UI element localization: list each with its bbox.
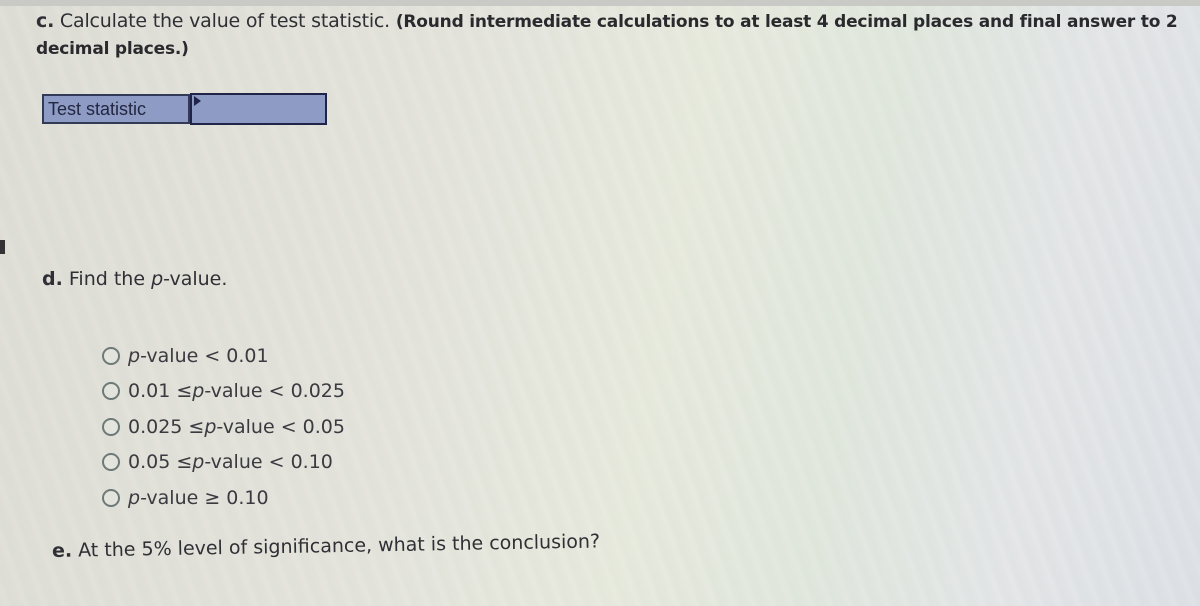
p-value-option-3[interactable]: 0.025 ≤ p -value < 0.05	[102, 409, 345, 445]
option-p: p	[192, 380, 205, 403]
test-statistic-input-cell[interactable]	[190, 93, 327, 125]
option-p: p	[204, 415, 217, 438]
option-suffix: -value < 0.025	[204, 380, 345, 403]
option-suffix: -value < 0.01	[140, 344, 269, 367]
radio-button[interactable]	[102, 382, 120, 401]
question-d: d. Find the p-value.	[42, 268, 227, 290]
radio-button[interactable]	[102, 453, 120, 472]
question-d-text: Find the	[62, 268, 152, 290]
option-suffix: -value < 0.05	[216, 415, 345, 438]
option-prefix: 0.05 ≤	[128, 451, 193, 474]
question-e-text: At the 5% level of significance, what is…	[71, 530, 601, 562]
question-c: c. Calculate the value of test statistic…	[36, 8, 1196, 62]
question-d-p: p	[151, 268, 164, 290]
input-flag-icon	[194, 96, 201, 106]
test-statistic-input[interactable]	[192, 95, 325, 123]
question-c-text: Calculate the value of test statistic.	[54, 10, 396, 32]
option-prefix: 0.025 ≤	[128, 415, 205, 438]
option-p: p	[128, 344, 141, 367]
question-c-letter: c.	[36, 10, 55, 32]
option-p: p	[128, 486, 141, 509]
top-divider	[0, 0, 1200, 6]
option-p: p	[192, 451, 205, 474]
option-prefix: 0.01 ≤	[128, 380, 193, 403]
question-e: e. At the 5% level of significance, what…	[52, 530, 600, 562]
p-value-options: p -value < 0.01 0.01 ≤ p -value < 0.025 0.…	[102, 338, 345, 516]
left-edge-marker	[0, 240, 5, 254]
question-d-suffix: -value.	[163, 268, 228, 290]
radio-button[interactable]	[102, 488, 120, 507]
p-value-option-5[interactable]: p -value ≥ 0.10	[102, 480, 345, 516]
test-statistic-row: Test statistic	[42, 93, 327, 125]
option-suffix: -value < 0.10	[204, 451, 333, 474]
radio-button[interactable]	[102, 417, 120, 436]
radio-button[interactable]	[102, 346, 120, 365]
question-e-letter: e.	[51, 539, 73, 562]
p-value-option-1[interactable]: p -value < 0.01	[102, 338, 345, 374]
test-statistic-label: Test statistic	[42, 94, 190, 124]
question-d-letter: d.	[42, 268, 63, 290]
p-value-option-2[interactable]: 0.01 ≤ p -value < 0.025	[102, 374, 345, 410]
p-value-option-4[interactable]: 0.05 ≤ p -value < 0.10	[102, 445, 345, 481]
option-suffix: -value ≥ 0.10	[140, 486, 269, 509]
